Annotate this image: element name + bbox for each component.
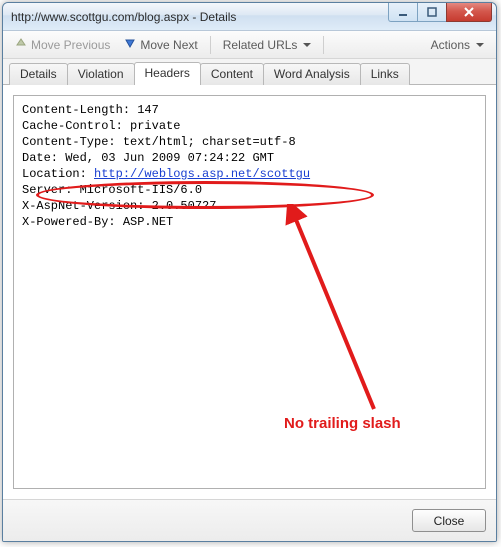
tab-word-analysis[interactable]: Word Analysis <box>263 63 361 85</box>
details-window: http://www.scottgu.com/blog.aspx - Detai… <box>2 2 497 542</box>
header-line: Content-Type: text/html; charset=utf-8 <box>22 134 477 150</box>
window-buttons <box>389 2 492 22</box>
content-area: Content-Length: 147 Cache-Control: priva… <box>3 85 496 499</box>
headers-textbox[interactable]: Content-Length: 147 Cache-Control: priva… <box>13 95 486 489</box>
footer: Close <box>3 499 496 541</box>
header-line: Server: Microsoft-IIS/6.0 <box>22 182 477 198</box>
related-urls-label: Related URLs <box>223 38 298 52</box>
tab-details[interactable]: Details <box>9 63 68 85</box>
header-line: Date: Wed, 03 Jun 2009 07:24:22 GMT <box>22 150 477 166</box>
close-button[interactable]: Close <box>412 509 486 532</box>
tab-violation[interactable]: Violation <box>67 63 135 85</box>
titlebar[interactable]: http://www.scottgu.com/blog.aspx - Detai… <box>3 3 496 31</box>
toolbar: Move Previous Move Next Related URLs Act… <box>3 31 496 59</box>
chevron-down-icon <box>476 43 484 47</box>
location-label: Location: <box>22 167 94 181</box>
minimize-button[interactable] <box>388 2 418 22</box>
window-title: http://www.scottgu.com/blog.aspx - Detai… <box>11 10 389 24</box>
actions-label: Actions <box>431 38 470 52</box>
close-window-button[interactable] <box>446 2 492 22</box>
header-line: Cache-Control: private <box>22 118 477 134</box>
actions-button[interactable]: Actions <box>425 35 490 55</box>
header-line: X-AspNet-Version: 2.0.50727 <box>22 198 477 214</box>
move-previous-label: Move Previous <box>31 38 110 52</box>
tab-headers[interactable]: Headers <box>134 62 201 85</box>
close-label: Close <box>434 514 465 528</box>
location-link[interactable]: http://weblogs.asp.net/scottgu <box>94 167 310 181</box>
annotation-arrow <box>274 204 394 414</box>
toolbar-separator <box>210 36 211 54</box>
annotation-text: No trailing slash <box>284 416 401 432</box>
move-next-label: Move Next <box>140 38 197 52</box>
tabs: Details Violation Headers Content Word A… <box>3 59 496 85</box>
toolbar-separator <box>323 36 324 54</box>
header-line: Content-Length: 147 <box>22 102 477 118</box>
tab-links[interactable]: Links <box>360 63 410 85</box>
related-urls-button[interactable]: Related URLs <box>217 35 318 55</box>
header-line: X-Powered-By: ASP.NET <box>22 214 477 230</box>
chevron-down-icon <box>303 43 311 47</box>
move-next-button[interactable]: Move Next <box>118 34 203 55</box>
arrow-up-icon <box>15 37 27 52</box>
move-previous-button[interactable]: Move Previous <box>9 34 116 55</box>
tab-content[interactable]: Content <box>200 63 264 85</box>
arrow-down-icon <box>124 37 136 52</box>
maximize-button[interactable] <box>417 2 447 22</box>
header-line-location: Location: http://weblogs.asp.net/scottgu <box>22 166 477 182</box>
